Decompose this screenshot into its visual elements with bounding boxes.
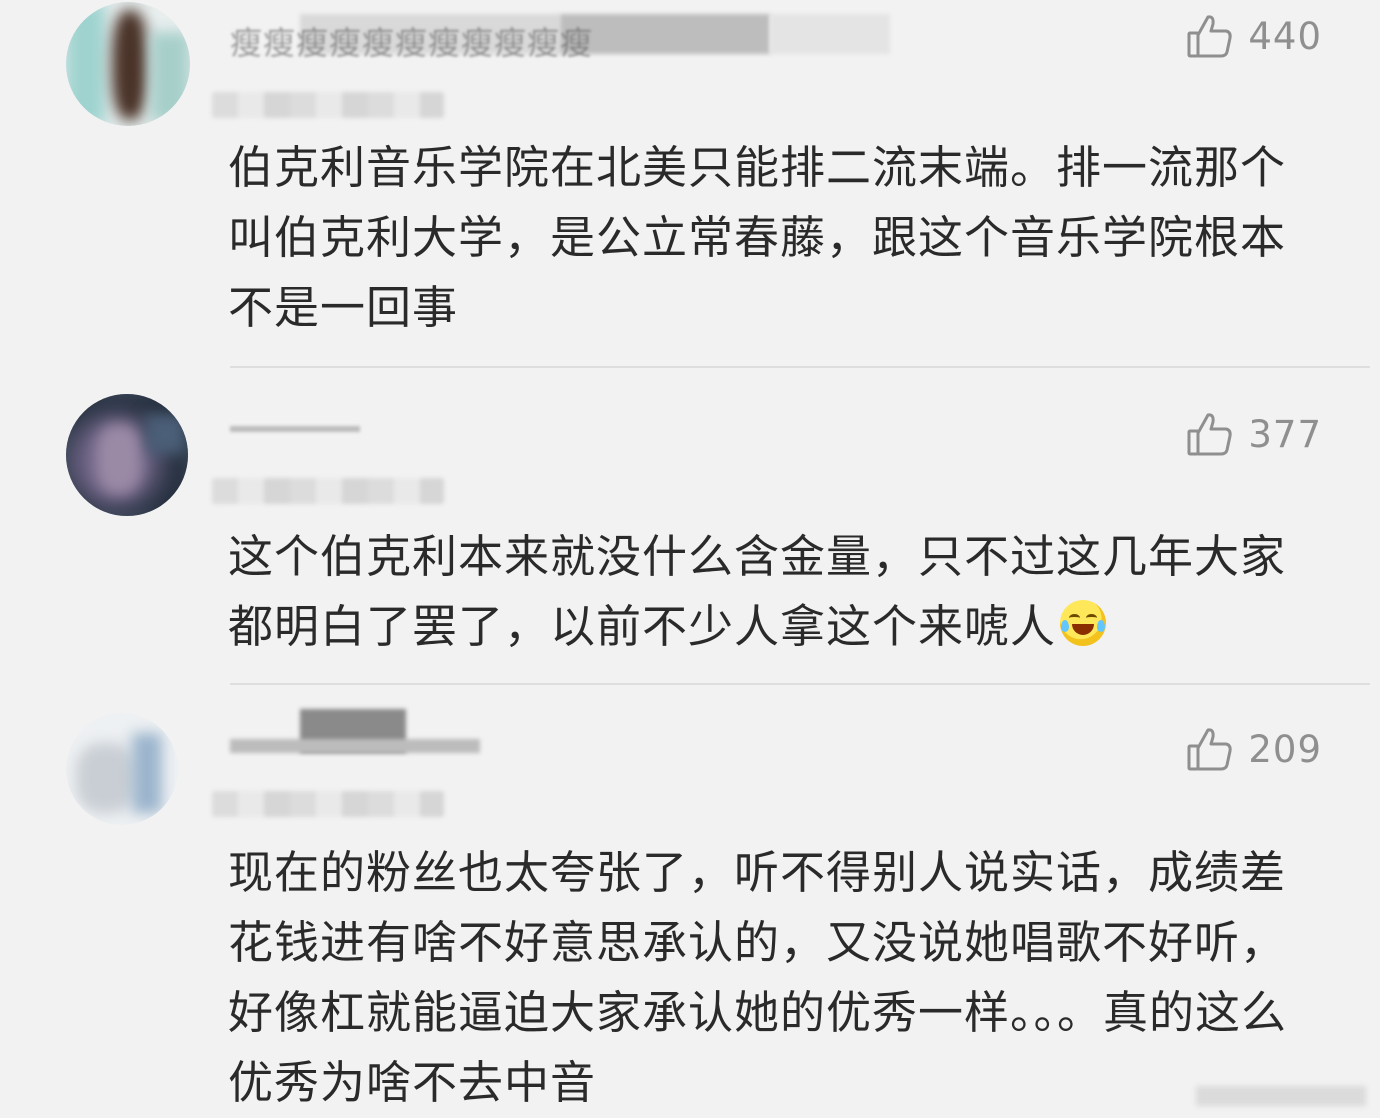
thumbs-up-icon [1187, 728, 1233, 771]
like-button[interactable]: 440 [1186, 12, 1322, 60]
username[interactable] [230, 709, 530, 755]
like-count: 209 [1248, 727, 1322, 771]
watermark [1196, 1086, 1366, 1106]
comment-text: 现在的粉丝也太夸张了，听不得别人说实话，成绩差花钱进有啥不好意思承认的，又没说她… [228, 846, 1288, 1109]
comment-text: 这个伯克利本来就没什么含金量，只不过这几年大家都明白了罢了，以前不少人拿这个来唬… [228, 522, 1298, 662]
like-button[interactable]: 377 [1186, 410, 1322, 458]
username[interactable]: 瘦瘦瘦瘦瘦瘦瘦瘦瘦瘦瘦 [230, 14, 910, 62]
comment-meta [212, 791, 444, 817]
thumbs-up-icon [1187, 413, 1233, 456]
laugh-cry-emoji [1060, 600, 1107, 646]
username-text: 瘦瘦瘦瘦瘦瘦瘦瘦瘦瘦瘦 [230, 24, 594, 62]
divider [230, 366, 1370, 368]
comment-item: 209 现在的粉丝也太夸张了，听不得别人说实话，成绩差花钱进有啥不好意思承认的，… [0, 687, 1380, 1114]
divider [230, 683, 1370, 685]
like-button[interactable]: 209 [1186, 725, 1322, 773]
comment-text-content: 这个伯克利本来就没什么含金量，只不过这几年大家都明白了罢了，以前不少人拿这个来唬… [228, 530, 1287, 653]
username[interactable] [230, 402, 430, 448]
like-count: 440 [1248, 14, 1322, 58]
comment-item: 377 这个伯克利本来就没什么含金量，只不过这几年大家都明白了罢了，以前不少人拿… [0, 370, 1380, 685]
comment-text: 伯克利音乐学院在北美只能排二流末端。排一流那个叫伯克利大学，是公立常春藤，跟这个… [228, 141, 1287, 334]
thumbs-up-icon [1187, 15, 1233, 58]
avatar[interactable] [66, 394, 188, 516]
comment-meta [212, 478, 444, 504]
avatar[interactable] [66, 2, 190, 126]
comment-item: 瘦瘦瘦瘦瘦瘦瘦瘦瘦瘦瘦 440 伯克利音乐学院在北美只能排二流末端。排一流那个叫… [0, 0, 1380, 368]
comment-meta [212, 92, 444, 118]
like-count: 377 [1248, 412, 1322, 456]
avatar[interactable] [66, 713, 178, 825]
